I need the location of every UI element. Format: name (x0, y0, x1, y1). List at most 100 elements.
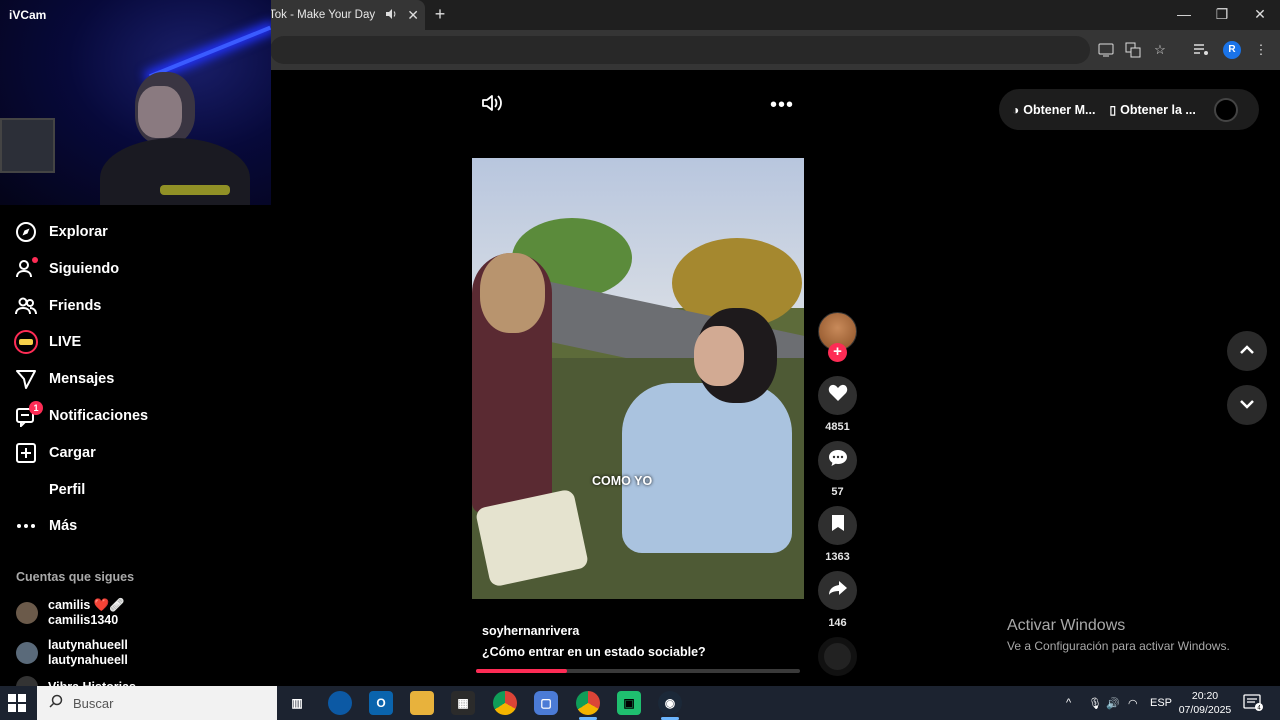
user-follow-icon (14, 257, 38, 281)
address-input[interactable] (270, 36, 1090, 64)
coin-icon: ◑ (1012, 102, 1020, 117)
clock-date: 07/09/2025 (1178, 704, 1232, 716)
edge-icon[interactable] (328, 691, 352, 715)
sidebar-item-label: Notificaciones (49, 408, 149, 424)
get-app-button[interactable]: ▯ Obtener la ... (1109, 103, 1195, 117)
sidebar-item-notificaciones[interactable]: 1 Notificaciones (14, 401, 149, 430)
taskbar-clock[interactable]: 20:20 07/09/2025 (1175, 689, 1235, 717)
volume-icon[interactable] (482, 94, 502, 117)
translate-icon[interactable] (1123, 40, 1143, 60)
sidebar-item-mensajes[interactable]: Mensajes (14, 365, 114, 393)
account-name: camilis ❤️🩹 (48, 598, 125, 612)
share-button[interactable] (818, 571, 857, 610)
video-progress-bar[interactable] (476, 669, 800, 673)
video-progress-fill (476, 669, 567, 673)
save-button[interactable] (818, 506, 857, 545)
restore-button[interactable]: ❐ (1202, 0, 1242, 30)
share-arrow-icon (828, 580, 848, 601)
close-tab-icon[interactable]: ✕ (407, 7, 419, 24)
chevron-up-icon (1239, 342, 1255, 360)
bookmark-star-icon[interactable]: ☆ (1150, 40, 1170, 60)
wifi-icon[interactable]: ◠ (1128, 686, 1138, 720)
sidebar-item-live[interactable]: LIVE (14, 328, 81, 356)
sidebar-item-mas[interactable]: Más (14, 512, 77, 540)
chevron-down-icon (1239, 396, 1255, 414)
notifications-icon[interactable]: 4 (1243, 694, 1263, 712)
account-handle: camilis1340 (48, 613, 119, 627)
like-button[interactable] (818, 376, 857, 415)
avatar (16, 602, 38, 624)
webcam-overlay: iVCam (0, 0, 271, 205)
like-count: 4851 (825, 421, 850, 433)
share-count: 146 (828, 617, 847, 629)
follow-button[interactable]: + (828, 343, 847, 362)
sidebar-item-perfil[interactable]: Perfil (14, 476, 85, 504)
game-app-icon[interactable]: ▣ (617, 691, 641, 715)
task-view-icon[interactable]: ▥ (285, 691, 309, 715)
bookmark-icon (831, 514, 845, 537)
sidebar-item-label: Más (49, 518, 78, 534)
ms-store-icon[interactable]: ▦ (451, 691, 475, 715)
webcam-title: iVCam (9, 8, 47, 22)
new-tab-button[interactable]: + (430, 3, 450, 25)
search-placeholder: Buscar (73, 695, 114, 711)
video-player[interactable]: COMO YO (472, 158, 804, 599)
window-close-button[interactable]: ✕ (1240, 0, 1280, 30)
sidebar-item-explorar[interactable]: Explorar (14, 218, 108, 246)
windows-start-icon[interactable] (8, 694, 26, 712)
tray-chevron-icon[interactable]: ^ (1066, 686, 1071, 720)
followed-account[interactable]: camilis ❤️🩹 camilis1340 (16, 598, 125, 628)
sidebar-item-label: Mensajes (49, 371, 115, 387)
compass-icon (14, 220, 38, 244)
microphone-icon[interactable]: 🎙 (1088, 686, 1102, 720)
live-icon (14, 330, 38, 354)
neon-light (148, 25, 271, 79)
comment-button[interactable] (818, 441, 857, 480)
followed-account[interactable]: lautynahueell lautynahueell (16, 638, 128, 668)
video-description: ¿Cómo entrar en un estado sociable? (482, 645, 706, 659)
cast-icon[interactable] (1096, 40, 1116, 60)
activate-windows-title: Activar Windows (1007, 617, 1126, 634)
next-video-button[interactable] (1227, 385, 1267, 425)
video-author[interactable]: soyhernanrivera (482, 624, 579, 638)
profile-avatar[interactable]: R (1223, 41, 1241, 59)
media-control-icon[interactable] (1191, 40, 1211, 60)
get-coins-button[interactable]: ◑ Obtener M... (1012, 103, 1095, 117)
activate-windows-subtitle: Ve a Configuración para activar Windows. (1007, 639, 1230, 653)
heart-icon (828, 384, 848, 407)
minimize-button[interactable]: — (1164, 0, 1204, 30)
avatar (16, 642, 38, 664)
sidebar-item-label: Siguiendo (49, 261, 120, 277)
person-face (138, 86, 182, 138)
file-explorer-icon[interactable] (410, 691, 434, 715)
search-icon (49, 694, 63, 713)
sidebar-item-siguiendo[interactable]: Siguiendo (14, 255, 119, 283)
send-icon (14, 367, 38, 391)
keyboard-glow (160, 185, 230, 195)
sidebar-item-label: Cargar (49, 445, 96, 461)
previous-video-button[interactable] (1227, 331, 1267, 371)
clock-time: 20:20 (1191, 690, 1219, 702)
user-avatar-ring[interactable] (1213, 97, 1238, 122)
sidebar-item-cargar[interactable]: Cargar (14, 439, 96, 467)
steam-icon[interactable]: ◉ (658, 691, 682, 715)
browser-tab[interactable]: Tok - Make Your Day ✕ (255, 0, 425, 30)
get-app-pill: ◑ Obtener M... ▯ Obtener la ... (999, 89, 1259, 130)
language-indicator[interactable]: ESP (1150, 686, 1172, 720)
account-name: lautynahueell (48, 638, 128, 652)
ivcam-icon[interactable]: ▢ (534, 691, 558, 715)
volume-tray-icon[interactable]: 🔊 (1106, 686, 1120, 720)
chrome-profile-icon[interactable] (576, 691, 600, 715)
chrome-icon[interactable] (493, 691, 517, 715)
taskbar-search-input[interactable]: Buscar (37, 686, 277, 720)
music-disc-icon[interactable] (818, 637, 857, 676)
kebab-menu-icon[interactable]: ⋮ (1251, 40, 1271, 60)
outlook-icon[interactable]: O (369, 691, 393, 715)
sidebar-item-friends[interactable]: Friends (14, 292, 101, 320)
upload-plus-icon (14, 441, 38, 465)
windows-taskbar: Buscar ▥ O ▦ ▢ ▣ ◉ ^ 🎙 🔊 ◠ ESP 20:20 07/… (0, 686, 1280, 720)
speaker-icon[interactable] (385, 8, 397, 23)
sidebar-item-label: LIVE (49, 334, 82, 350)
video-options-icon[interactable]: ••• (770, 94, 794, 117)
sidebar-item-label: Friends (49, 298, 102, 314)
